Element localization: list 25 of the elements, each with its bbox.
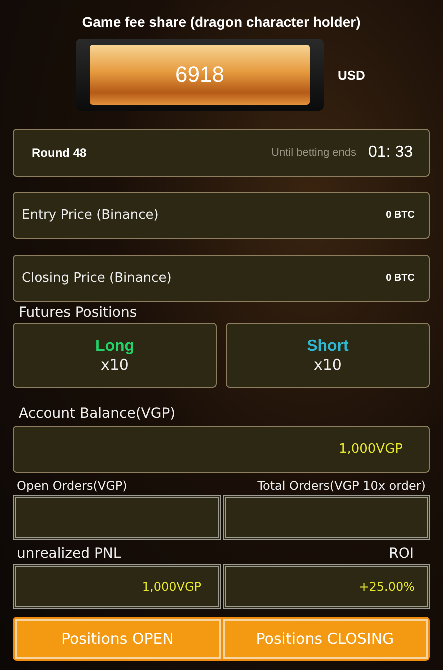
balance-value: 1,000VGP xyxy=(338,442,403,457)
position-label: Short xyxy=(307,338,349,356)
leverage-label: x10 xyxy=(314,356,342,374)
currency-label: USD xyxy=(338,68,366,82)
section-heading: Futures Positions xyxy=(19,305,138,321)
pnl-value: +25.00% xyxy=(359,580,415,594)
position-button[interactable]: Short x10 xyxy=(226,323,430,388)
orders-label: Total Orders(VGP 10x order) xyxy=(258,479,426,493)
fee-amount: 6918 xyxy=(90,45,310,105)
price-value: 0 BTC xyxy=(386,210,415,221)
fee-share-title: Game fee share (dragon character holder) xyxy=(82,14,361,30)
position-label: Long xyxy=(95,338,135,356)
orders-label: Open Orders(VGP) xyxy=(17,479,128,493)
round-label: Round 48 xyxy=(32,146,87,160)
pnl-label: unrealized PNL xyxy=(17,546,122,562)
price-value: 0 BTC xyxy=(386,273,415,284)
position-button[interactable]: Long x10 xyxy=(13,323,217,388)
pnl-label: ROI xyxy=(389,546,414,562)
countdown-label: Until betting ends xyxy=(272,147,357,159)
leverage-label: x10 xyxy=(101,356,129,374)
price-label: Closing Price (Binance) xyxy=(22,271,172,286)
price-label: Entry Price (Binance) xyxy=(22,208,159,223)
countdown-timer: 01: 33 xyxy=(368,144,413,162)
section-heading: Account Balance(VGP) xyxy=(19,406,177,422)
pnl-value: 1,000VGP xyxy=(142,580,202,594)
